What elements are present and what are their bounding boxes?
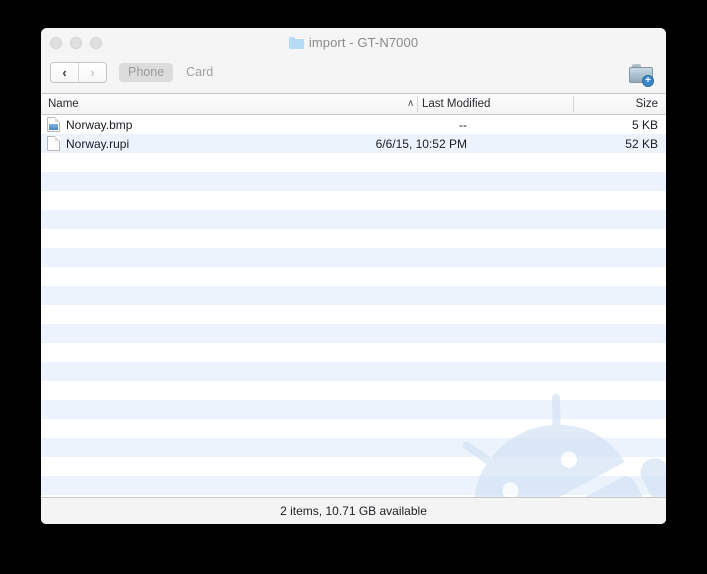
table-row[interactable]: Norway.bmp -- 5 KB (41, 115, 666, 134)
column-header-name[interactable]: Name (48, 94, 79, 114)
window-title: import - GT-N7000 (308, 35, 419, 50)
navigation-buttons: ‹ › (50, 62, 107, 83)
back-button[interactable]: ‹ (51, 63, 78, 82)
zoom-button[interactable] (90, 37, 102, 49)
plus-icon: + (642, 75, 654, 87)
file-last-modified: 6/6/15, 10:52 PM (375, 136, 467, 151)
table-row[interactable]: Norway.rupi 6/6/15, 10:52 PM 52 KB (41, 134, 666, 153)
toolbar: ‹ › Phone Card + (41, 59, 666, 94)
status-bar: 2 items, 10.71 GB available (41, 497, 666, 524)
new-folder-button[interactable]: + (628, 63, 654, 87)
forward-button[interactable]: › (78, 63, 106, 82)
column-header-size[interactable]: Size (636, 94, 658, 114)
segment-card[interactable]: Card (177, 63, 222, 82)
close-button[interactable] (50, 37, 62, 49)
segment-phone[interactable]: Phone (119, 63, 174, 82)
column-header-last-modified[interactable]: Last Modified (422, 94, 490, 114)
window-title-group: import - GT-N7000 (41, 35, 666, 50)
status-text: 2 items, 10.71 GB available (280, 504, 427, 518)
storage-segmented-control: Phone Card (119, 63, 222, 82)
chevron-left-icon: ‹ (62, 65, 67, 80)
chevron-right-icon: › (90, 65, 95, 80)
sort-ascending-icon: ∧ (407, 98, 415, 109)
column-header: Name ∧ Last Modified Size (41, 94, 666, 115)
title-bar: import - GT-N7000 (41, 28, 666, 59)
minimize-button[interactable] (70, 37, 82, 49)
folder-icon (288, 36, 304, 49)
column-divider-1[interactable] (417, 96, 418, 112)
file-browser-window: import - GT-N7000 ‹ › Phone Card + Name … (41, 28, 666, 524)
file-size: 5 KB (631, 117, 658, 132)
file-list[interactable]: Norway.bmp -- 5 KB Norway.rupi 6/6/15, 1… (41, 115, 666, 497)
file-size: 52 KB (625, 136, 658, 151)
column-divider-2[interactable] (573, 96, 574, 112)
file-rows: Norway.bmp -- 5 KB Norway.rupi 6/6/15, 1… (41, 115, 666, 497)
window-controls (50, 37, 102, 49)
file-last-modified: -- (459, 117, 467, 132)
